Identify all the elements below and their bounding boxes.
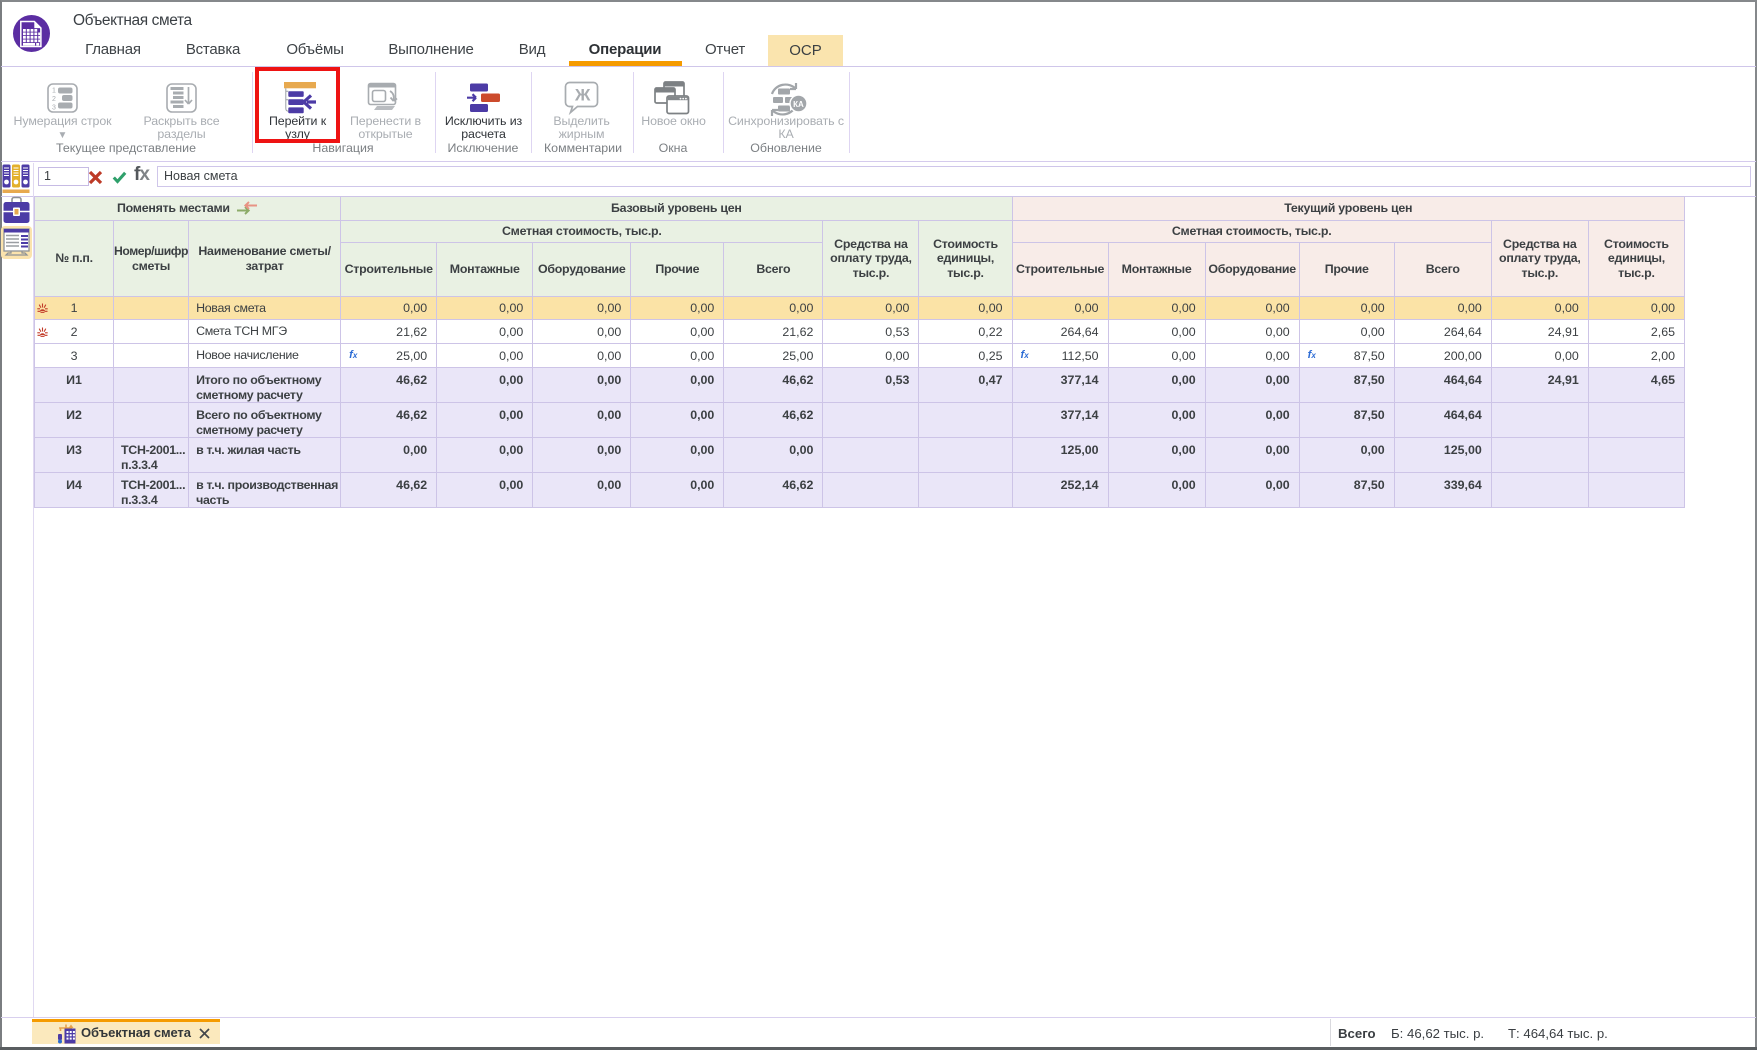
svg-text:КА: КА xyxy=(793,100,804,109)
svg-text:1: 1 xyxy=(52,88,56,95)
svg-text:3: 3 xyxy=(52,105,56,112)
svg-text:Ж: Ж xyxy=(574,86,591,105)
svg-text:2: 2 xyxy=(52,96,56,103)
